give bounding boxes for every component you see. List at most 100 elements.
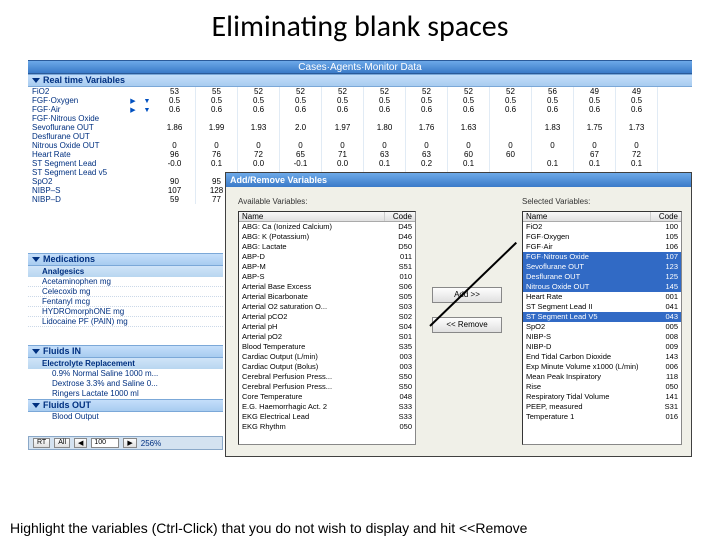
data-cell: 0.6	[574, 105, 616, 114]
selected-listbox[interactable]: NameCode FiO2100FGF·Oxygen105FGF·Air106F…	[522, 211, 682, 445]
list-item[interactable]: ABG: Ca (Ionized Calcium)D45	[239, 222, 415, 232]
list-item[interactable]: Arterial O2 saturation O...S03	[239, 302, 415, 312]
list-item[interactable]: ABG: K (Potassium)D46	[239, 232, 415, 242]
list-item[interactable]: ST Segment Lead V5043	[523, 312, 681, 322]
data-cell: 1.97	[322, 123, 364, 132]
list-item[interactable]: ABP-MS51	[239, 262, 415, 272]
list-item[interactable]: ST Segment Lead II041	[523, 302, 681, 312]
fluid-item[interactable]: Blood Output	[28, 412, 223, 422]
list-item[interactable]: Cardiac Output (Bolus)003	[239, 362, 415, 372]
list-item[interactable]: Desflurane OUT125	[523, 272, 681, 282]
list-item[interactable]: Rise050	[523, 382, 681, 392]
data-cell: 72	[616, 150, 658, 159]
code-column[interactable]: Code	[385, 212, 415, 221]
list-item[interactable]: ABP-S010	[239, 272, 415, 282]
dialog-title: Add/Remove Variables	[226, 173, 691, 187]
list-item[interactable]: Arterial Base ExcessS06	[239, 282, 415, 292]
data-cell: 1.63	[448, 123, 490, 132]
realtime-header[interactable]: Real time Variables	[28, 74, 692, 87]
down-icon	[140, 132, 154, 141]
data-cell: 0.1	[532, 159, 574, 168]
data-cell: 0.5	[280, 96, 322, 105]
data-cell: 0.1	[574, 159, 616, 168]
available-listbox[interactable]: NameCode ABG: Ca (Ionized Calcium)D45ABG…	[238, 211, 416, 445]
data-cell: 52	[490, 87, 532, 96]
list-item[interactable]: Respiratory Tidal Volume141	[523, 392, 681, 402]
list-item[interactable]: E.G. Haemorrhagic Act. 2S33	[239, 402, 415, 412]
medication-item[interactable]: HYDROmorphONE mg	[28, 307, 223, 317]
prev-button[interactable]: ◀	[74, 438, 87, 448]
data-cell: 59	[154, 195, 196, 204]
fluids-out-header[interactable]: Fluids OUT	[28, 399, 223, 412]
remove-button[interactable]: << Remove	[432, 317, 502, 333]
data-cell: 63	[364, 150, 406, 159]
analgesics-subheader[interactable]: Analgesics	[28, 266, 223, 277]
list-item[interactable]: Mean Peak Inspiratory118	[523, 372, 681, 382]
list-item[interactable]: Arterial BicarbonateS05	[239, 292, 415, 302]
all-button[interactable]: All	[54, 438, 70, 448]
variable-row: FGF·Oxygen▶▼0.50.50.50.50.50.50.50.50.50…	[28, 96, 692, 105]
data-cell: 1.76	[406, 123, 448, 132]
next-button[interactable]: ▶	[123, 438, 136, 448]
code-column[interactable]: Code	[651, 212, 681, 221]
data-cell	[364, 114, 406, 123]
zoom-input[interactable]: 100	[91, 438, 119, 448]
up-icon	[126, 87, 140, 96]
list-item[interactable]: SpO2005	[523, 322, 681, 332]
list-item[interactable]: Cerebral Perfusion Press...S50	[239, 382, 415, 392]
medication-item[interactable]: Fentanyl mcg	[28, 297, 223, 307]
electrolyte-subheader[interactable]: Electrolyte Replacement	[28, 358, 223, 369]
medication-item[interactable]: Celecoxib mg	[28, 287, 223, 297]
list-item[interactable]: Blood TemperatureS35	[239, 342, 415, 352]
data-cell: 56	[532, 87, 574, 96]
available-label: Available Variables:	[238, 197, 308, 206]
row-label: Heart Rate	[28, 150, 126, 159]
list-item[interactable]: FiO2100	[523, 222, 681, 232]
list-item[interactable]: Temperature 1016	[523, 412, 681, 422]
down-icon	[140, 177, 154, 186]
medication-item[interactable]: Lidocaine PF (PAIN) mg	[28, 317, 223, 327]
list-item[interactable]: Arterial pCO2S02	[239, 312, 415, 322]
variable-row: Desflurane OUT	[28, 132, 692, 141]
list-item[interactable]: Nitrous Oxide OUT145	[523, 282, 681, 292]
data-cell: 0.5	[490, 96, 532, 105]
data-cell	[616, 132, 658, 141]
list-item[interactable]: FGF·Oxygen105	[523, 232, 681, 242]
list-item[interactable]: Cardiac Output (L/min)003	[239, 352, 415, 362]
fluid-item[interactable]: Dextrose 3.3% and Saline 0...	[28, 379, 223, 389]
list-item[interactable]: ABG: LactateD50	[239, 242, 415, 252]
fluid-item[interactable]: 0.9% Normal Saline 1000 m...	[28, 369, 223, 379]
list-item[interactable]: FGF·Air106	[523, 242, 681, 252]
data-cell: -0.0	[154, 159, 196, 168]
list-item[interactable]: NIBP-S008	[523, 332, 681, 342]
variable-row: Nitrous Oxide OUT000000000000	[28, 141, 692, 150]
data-cell: 0	[448, 141, 490, 150]
data-cell: 0.6	[280, 105, 322, 114]
row-label: ST Segment Lead v5	[28, 168, 126, 177]
fluids-in-header[interactable]: Fluids IN	[28, 345, 223, 358]
medications-header[interactable]: Medications	[28, 253, 223, 266]
rt-button[interactable]: RT	[33, 438, 50, 448]
list-item[interactable]: FGF·Nitrous Oxide107	[523, 252, 681, 262]
list-item[interactable]: NIBP-D009	[523, 342, 681, 352]
name-column[interactable]: Name	[523, 212, 651, 221]
medication-item[interactable]: Acetaminophen mg	[28, 277, 223, 287]
list-item[interactable]: Cerebral Perfusion Press...S50	[239, 372, 415, 382]
list-item[interactable]: End Tidal Carbon Dioxide143	[523, 352, 681, 362]
list-item[interactable]: Arterial pO2S01	[239, 332, 415, 342]
data-cell: 0.5	[154, 96, 196, 105]
up-icon	[126, 123, 140, 132]
list-item[interactable]: PEEP, measuredS31	[523, 402, 681, 412]
list-item[interactable]: Arterial pHS04	[239, 322, 415, 332]
name-column[interactable]: Name	[239, 212, 385, 221]
list-item[interactable]: Heart Rate001	[523, 292, 681, 302]
data-cell	[532, 132, 574, 141]
list-item[interactable]: EKG Rhythm050	[239, 422, 415, 432]
list-item[interactable]: Core Temperature048	[239, 392, 415, 402]
list-item[interactable]: ABP-D011	[239, 252, 415, 262]
list-item[interactable]: EKG Electrical LeadS33	[239, 412, 415, 422]
list-item[interactable]: Sevoflurane OUT123	[523, 262, 681, 272]
fluid-item[interactable]: Ringers Lactate 1000 ml	[28, 389, 223, 399]
list-item[interactable]: Exp Minute Volume x1000 (L/min)006	[523, 362, 681, 372]
data-cell: 0.6	[154, 105, 196, 114]
